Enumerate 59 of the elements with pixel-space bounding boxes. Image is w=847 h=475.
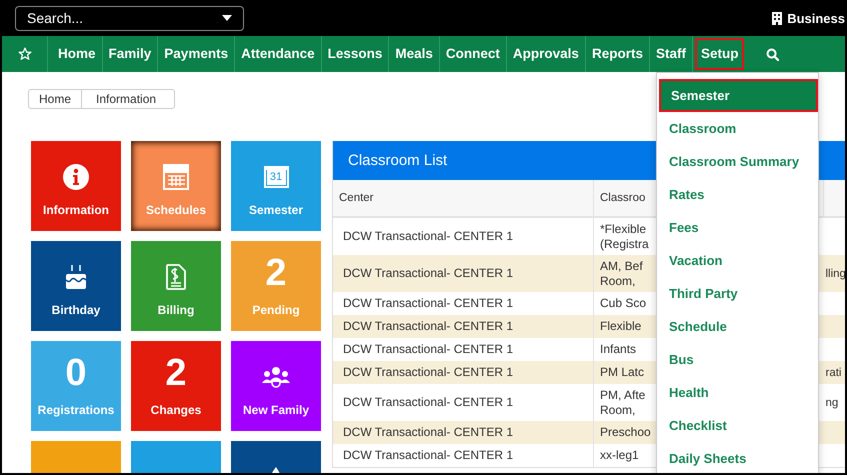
tile-label: Information	[43, 203, 109, 217]
menu-item[interactable]: Classroom Summary	[657, 145, 818, 178]
table-cell: DCW Transactional- CENTER 1	[333, 255, 594, 292]
nav-tab[interactable]: Attendance	[235, 36, 322, 72]
menu-item[interactable]: Semester	[659, 79, 818, 112]
tile-label: Semester	[248, 203, 304, 217]
column-header: Center	[333, 180, 594, 217]
search-icon[interactable]	[766, 48, 780, 60]
cake-icon	[65, 264, 87, 290]
breadcrumb-link[interactable]: Information	[82, 90, 174, 108]
tile-label: Changes	[150, 403, 202, 417]
dashboard-tile[interactable]: 31 Semester	[231, 141, 321, 231]
nav-tab[interactable]: Family	[102, 36, 158, 72]
search-dropdown[interactable]: Search...	[15, 6, 244, 30]
dashboard-tile[interactable]: 2 Changes	[131, 341, 221, 431]
dashboard-tile[interactable]: Information	[31, 141, 121, 231]
nav-tab[interactable]: Reports	[586, 36, 650, 72]
people-group-icon	[262, 366, 290, 388]
tile-label: New Family	[242, 403, 310, 417]
count-number: 2	[165, 353, 187, 393]
tile-label: Schedules	[146, 203, 206, 217]
menu-item[interactable]: Rates	[657, 178, 818, 211]
table-cell: DCW Transactional- CENTER 1	[333, 444, 594, 467]
table-cell: DCW Transactional- CENTER 1	[333, 421, 594, 444]
table-cell: ng	[826, 396, 838, 408]
nav-tab[interactable]: Lessons	[322, 36, 390, 72]
nav-tab[interactable]: Approvals	[506, 36, 586, 72]
table-cell: rati	[826, 366, 842, 378]
caret-icon	[222, 15, 232, 21]
breadcrumb-link[interactable]: Home	[29, 90, 82, 108]
tile-label: Registrations	[38, 403, 114, 417]
nav-tab[interactable]: Setup	[694, 38, 744, 70]
tile-label: Billing	[158, 303, 194, 317]
table-cell: DCW Transactional- CENTER 1	[333, 292, 594, 315]
tile-label: Birthday	[52, 303, 100, 317]
dashboard-tile[interactable]: Birthday	[31, 241, 121, 331]
table-cell: DCW Transactional- CENTER 1	[333, 217, 594, 255]
info-icon	[63, 164, 89, 190]
count-number: 0	[65, 353, 87, 393]
table-cell: DCW Transactional- CENTER 1	[333, 338, 594, 361]
count-number: 2	[265, 253, 287, 293]
table-cell: DCW Transactional- CENTER 1	[333, 315, 594, 338]
dashboard-tile[interactable]: Billing	[131, 241, 221, 331]
nav-tab[interactable]: Meals	[389, 36, 440, 72]
nav-tab[interactable]: Payments	[158, 36, 236, 72]
building-icon	[772, 12, 782, 24]
business-label[interactable]: Business	[787, 10, 845, 26]
table-cell: DCW Transactional- CENTER 1	[333, 384, 594, 421]
star-icon[interactable]	[18, 47, 32, 61]
table-cell: DCW Transactional- CENTER 1	[333, 361, 594, 384]
dashboard-tile[interactable]: New Family	[231, 341, 321, 431]
tile-label: Pending	[252, 303, 300, 317]
dashboard-tile[interactable]: 0 Registrations	[31, 341, 121, 431]
invoice-icon	[166, 264, 186, 290]
calendar-grid-icon	[163, 164, 189, 190]
table-cell: lling	[826, 268, 845, 280]
calendar-icon: 31	[264, 166, 288, 188]
nav-tab[interactable]: Home	[48, 36, 103, 72]
nav-tab[interactable]: Connect	[440, 36, 507, 72]
